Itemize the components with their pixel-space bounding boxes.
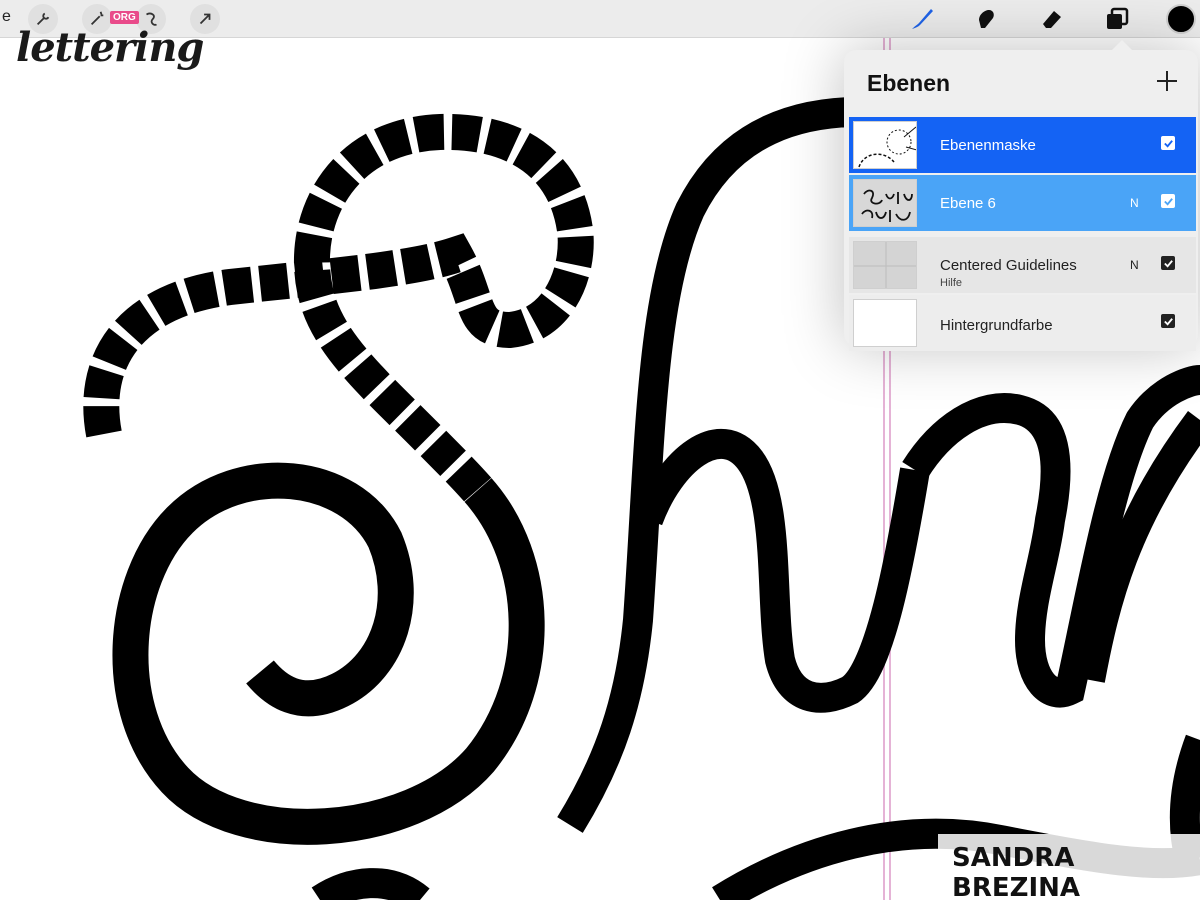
- watermark: SANDRA BREZINA: [938, 834, 1200, 900]
- visibility-checkbox[interactable]: [1161, 314, 1175, 328]
- smudge-icon[interactable]: [970, 3, 1002, 35]
- panel-title: Ebenen: [867, 70, 951, 96]
- letter-n-stroke: [902, 365, 1200, 708]
- letter-h-arch: [633, 428, 930, 713]
- watermark-text: SANDRA BREZINA: [952, 843, 1081, 900]
- layers-panel: Ebenen Ebenenmaske Ebene 6 N Centered Gu…: [844, 40, 1198, 351]
- current-color-swatch[interactable]: [1166, 4, 1196, 34]
- visibility-checkbox[interactable]: [1161, 256, 1175, 270]
- blend-mode-label[interactable]: N: [1130, 258, 1139, 272]
- visibility-checkbox[interactable]: [1161, 136, 1175, 150]
- layer-name: Ebenenmaske: [940, 137, 1036, 154]
- dashed-stroke-flourish: [83, 113, 594, 502]
- plus-icon[interactable]: [1154, 68, 1180, 94]
- layer-thumbnail: [853, 241, 917, 289]
- layers-icon[interactable]: [1101, 3, 1133, 35]
- layer-subtitle: Hilfe: [940, 277, 963, 289]
- blend-mode-label[interactable]: N: [1130, 196, 1139, 210]
- layer-row-hintergrundfarbe[interactable]: Hintergrundfarbe: [849, 295, 1196, 351]
- bottom-flourish-left: [311, 868, 430, 900]
- layer-name: Centered Guidelines: [940, 257, 1077, 274]
- layer-row-ebene-6[interactable]: Ebene 6 N: [849, 175, 1196, 231]
- layer-row-centered-guidelines[interactable]: Centered Guidelines Hilfe N: [849, 237, 1196, 293]
- layer-name: Ebene 6: [940, 195, 996, 212]
- layer-thumbnail: [853, 299, 917, 347]
- logo: lettering ORG: [12, 10, 204, 71]
- logo-badge: ORG: [110, 11, 139, 24]
- letter-s-stroke: [112, 462, 545, 845]
- logo-text: lettering: [16, 24, 204, 71]
- brush-icon[interactable]: [906, 3, 938, 35]
- layer-thumbnail: [853, 179, 917, 227]
- layer-name: Hintergrundfarbe: [940, 317, 1053, 334]
- layer-thumbnail: [853, 121, 917, 169]
- layer-row-ebenenmaske[interactable]: Ebenenmaske: [849, 117, 1196, 173]
- visibility-checkbox[interactable]: [1161, 194, 1175, 208]
- toolbar-edge-text: e: [2, 8, 11, 25]
- eraser-icon[interactable]: [1036, 3, 1068, 35]
